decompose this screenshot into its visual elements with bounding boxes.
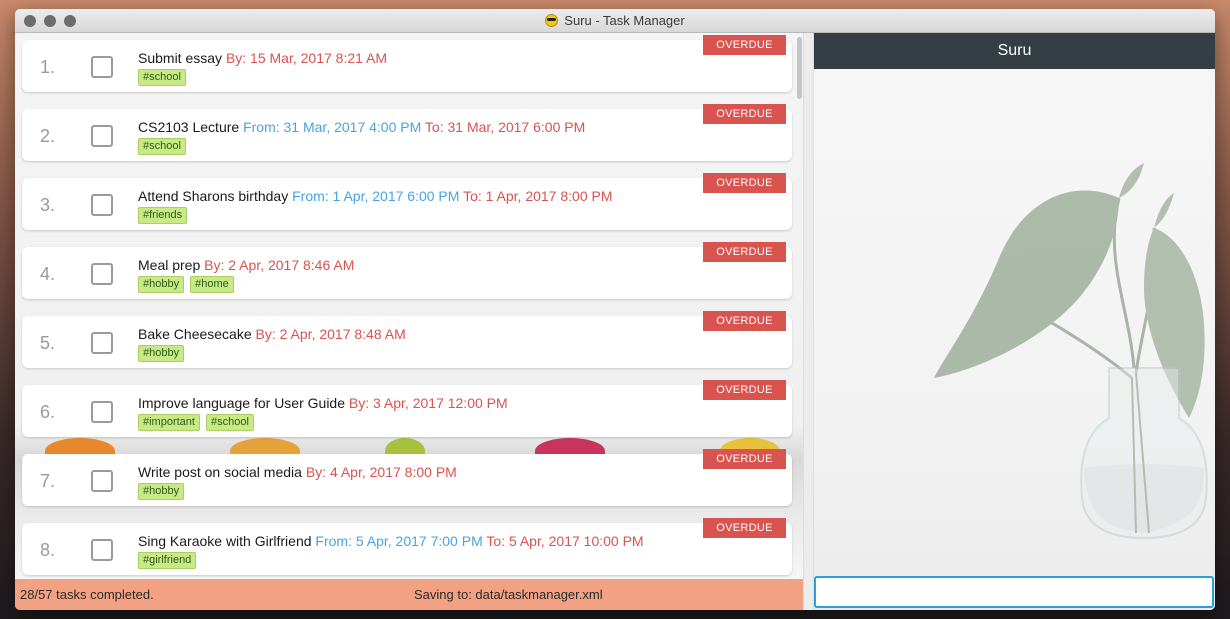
task-tag[interactable]: #friends <box>138 207 188 224</box>
minimize-window-button[interactable] <box>44 15 56 27</box>
task-tag[interactable]: #school <box>205 414 254 431</box>
task-index: 7. <box>40 471 56 491</box>
scrollbar-thumb[interactable] <box>797 37 802 99</box>
overdue-badge: OVERDUE <box>703 242 786 262</box>
task-complete-checkbox[interactable] <box>91 401 113 423</box>
split-pane-divider[interactable] <box>803 33 814 610</box>
overdue-badge: OVERDUE <box>703 35 786 55</box>
command-input[interactable] <box>814 576 1214 608</box>
task-tags: #friends <box>138 207 188 224</box>
task-name: Bake Cheesecake <box>138 326 252 342</box>
task-name: Sing Karaoke with Girlfriend <box>138 533 312 549</box>
task-tag[interactable]: #hobby <box>138 345 185 362</box>
task-title-line: Attend Sharons birthday From: 1 Apr, 201… <box>138 188 613 204</box>
overdue-badge: OVERDUE <box>703 104 786 124</box>
task-title-line: Bake Cheesecake By: 2 Apr, 2017 8:48 AM <box>138 326 406 342</box>
browser-panel: Suru <box>814 33 1215 610</box>
save-location-status: Saving to: data/taskmanager.xml <box>414 587 603 602</box>
task-name: Submit essay <box>138 50 223 66</box>
task-index: 8. <box>40 540 56 560</box>
task-tags: #girlfriend <box>138 552 197 569</box>
task-title-line: Meal prep By: 2 Apr, 2017 8:46 AM <box>138 257 354 273</box>
app-window: Suru - Task Manager 1. Submit essay By: 1… <box>15 9 1215 610</box>
task-complete-checkbox[interactable] <box>91 263 113 285</box>
task-list-scrollbar[interactable] <box>795 33 803 579</box>
task-start-time: From: 31 Mar, 2017 4:00 PM <box>243 119 422 135</box>
task-tag[interactable]: #hobby <box>138 276 185 293</box>
task-deadline: By: 3 Apr, 2017 12:00 PM <box>348 395 508 411</box>
task-start-time: From: 1 Apr, 2017 6:00 PM <box>292 188 460 204</box>
task-name: Write post on social media <box>138 464 302 480</box>
task-title-line: Improve language for User Guide By: 3 Ap… <box>138 395 508 411</box>
task-card[interactable]: 3. Attend Sharons birthday From: 1 Apr, 2… <box>22 178 792 230</box>
task-title-line: Write post on social media By: 4 Apr, 20… <box>138 464 457 480</box>
task-tag[interactable]: #school <box>138 69 186 86</box>
task-name: Meal prep <box>138 257 201 273</box>
task-tags: #school <box>138 69 186 86</box>
window-controls <box>24 15 76 27</box>
close-window-button[interactable] <box>24 15 36 27</box>
overdue-badge: OVERDUE <box>703 173 786 193</box>
overdue-badge: OVERDUE <box>703 449 786 469</box>
task-complete-checkbox[interactable] <box>91 332 113 354</box>
window-title: Suru - Task Manager <box>564 13 685 28</box>
plant-in-vase-illustration <box>934 163 1208 540</box>
title-bar: Suru - Task Manager <box>15 9 1215 33</box>
browser-header: Suru <box>814 33 1215 69</box>
task-index: 5. <box>40 333 56 353</box>
task-start-time: From: 5 Apr, 2017 7:00 PM <box>315 533 483 549</box>
task-card[interactable]: 4. Meal prep By: 2 Apr, 2017 8:46 AM #hobb… <box>22 247 792 299</box>
overdue-badge: OVERDUE <box>703 380 786 400</box>
task-tag[interactable]: #girlfriend <box>138 552 197 569</box>
task-complete-checkbox[interactable] <box>91 125 113 147</box>
task-complete-checkbox[interactable] <box>91 56 113 78</box>
task-list-panel: 1. Submit essay By: 15 Mar, 2017 8:21 AM #… <box>15 33 803 579</box>
zoom-window-button[interactable] <box>64 15 76 27</box>
task-tags: #important #school <box>138 414 254 431</box>
overdue-badge: OVERDUE <box>703 518 786 538</box>
task-name: Attend Sharons birthday <box>138 188 289 204</box>
task-title-line: CS2103 Lecture From: 31 Mar, 2017 4:00 P… <box>138 119 585 135</box>
task-tags: #hobby #home <box>138 276 234 293</box>
task-card[interactable]: 5. Bake Cheesecake By: 2 Apr, 2017 8:48 A… <box>22 316 792 368</box>
tasks-completed-status: 28/57 tasks completed. <box>20 587 154 602</box>
task-tags: #hobby <box>138 483 185 500</box>
task-deadline: By: 4 Apr, 2017 8:00 PM <box>305 464 457 480</box>
task-deadline: By: 2 Apr, 2017 8:48 AM <box>255 326 406 342</box>
task-deadline: By: 2 Apr, 2017 8:46 AM <box>204 257 355 273</box>
task-name: Improve language for User Guide <box>138 395 345 411</box>
task-index: 1. <box>40 57 56 77</box>
task-deadline: To: 1 Apr, 2017 8:00 PM <box>463 188 613 204</box>
task-index: 4. <box>40 264 56 284</box>
task-index: 2. <box>40 126 56 146</box>
task-complete-checkbox[interactable] <box>91 194 113 216</box>
task-tags: #hobby <box>138 345 185 362</box>
task-complete-checkbox[interactable] <box>91 470 113 492</box>
task-tag[interactable]: #school <box>138 138 186 155</box>
task-complete-checkbox[interactable] <box>91 539 113 561</box>
task-deadline: To: 31 Mar, 2017 6:00 PM <box>424 119 586 135</box>
status-bar: 28/57 tasks completed. Saving to: data/t… <box>15 579 803 610</box>
task-card[interactable]: 7. Write post on social media By: 4 Apr, … <box>22 454 792 506</box>
task-tag[interactable]: #home <box>190 276 234 293</box>
task-index: 6. <box>40 402 56 422</box>
task-tags: #school <box>138 138 186 155</box>
task-card[interactable]: 2. CS2103 Lecture From: 31 Mar, 2017 4:00… <box>22 109 792 161</box>
task-deadline: By: 15 Mar, 2017 8:21 AM <box>225 50 388 66</box>
task-card[interactable]: 1. Submit essay By: 15 Mar, 2017 8:21 AM #… <box>22 40 792 92</box>
task-name: CS2103 Lecture <box>138 119 240 135</box>
browser-title: Suru <box>997 42 1032 59</box>
app-logo-icon <box>545 14 559 27</box>
task-deadline: To: 5 Apr, 2017 10:00 PM <box>486 533 644 549</box>
task-title-line: Sing Karaoke with Girlfriend From: 5 Apr… <box>138 533 644 549</box>
task-title-line: Submit essay By: 15 Mar, 2017 8:21 AM <box>138 50 387 66</box>
task-tag[interactable]: #important <box>138 414 200 431</box>
task-index: 3. <box>40 195 56 215</box>
overdue-badge: OVERDUE <box>703 311 786 331</box>
task-tag[interactable]: #hobby <box>138 483 185 500</box>
task-card[interactable]: 6. Improve language for User Guide By: 3 … <box>22 385 792 437</box>
task-card[interactable]: 8. Sing Karaoke with Girlfriend From: 5 A… <box>22 523 792 575</box>
